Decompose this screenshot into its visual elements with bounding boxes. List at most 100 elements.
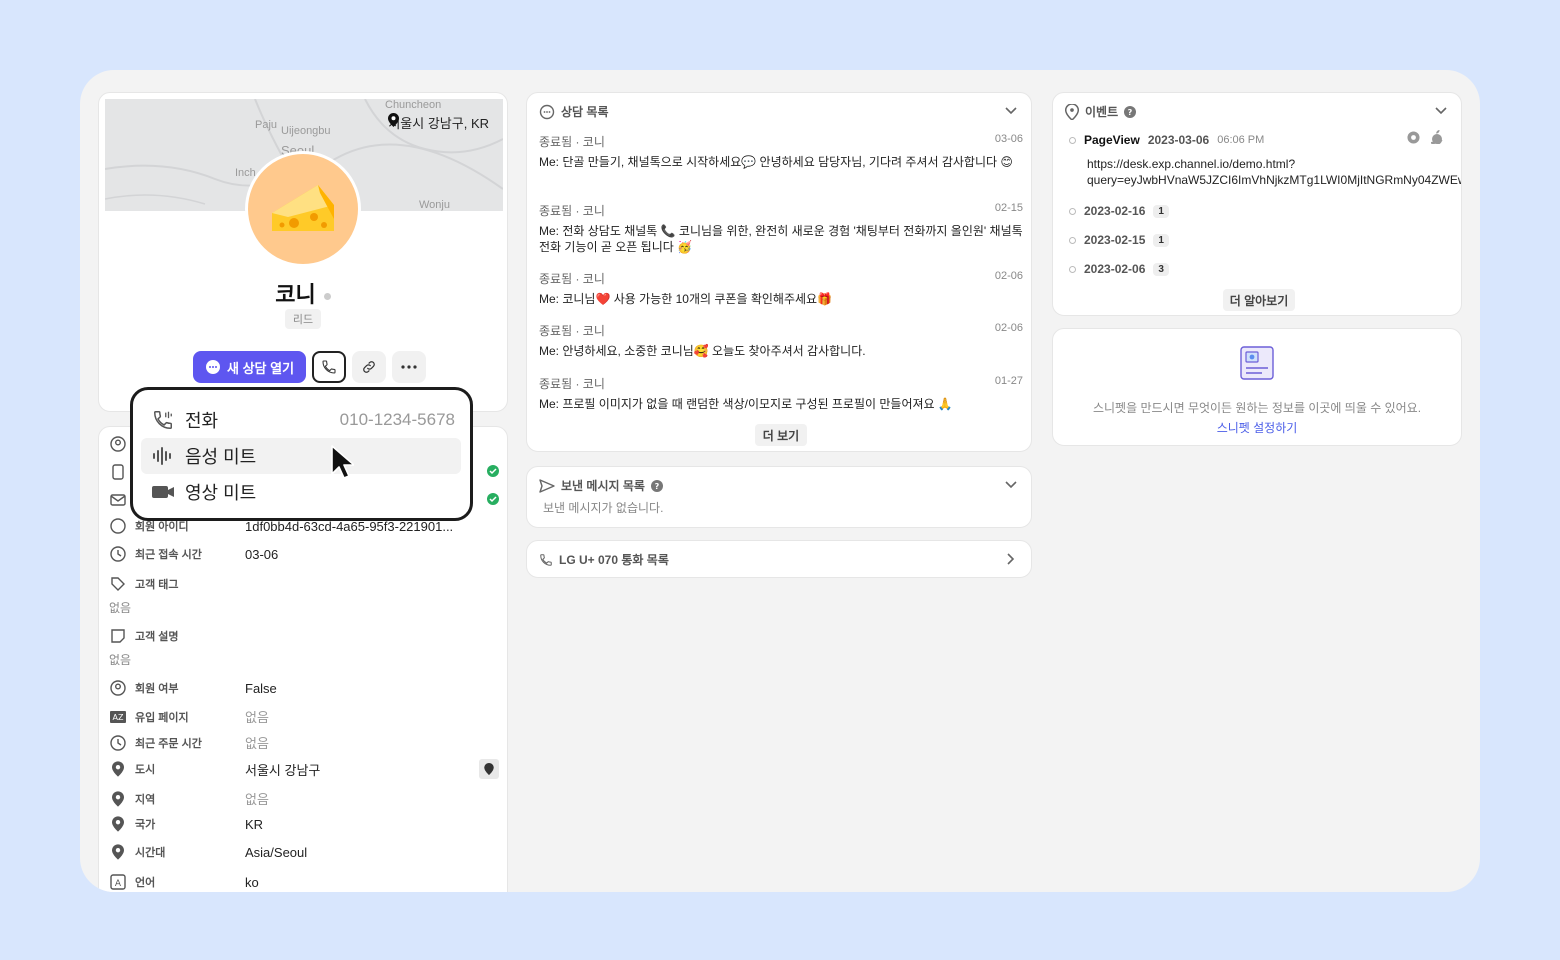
chevron-down-icon[interactable] xyxy=(1005,107,1017,115)
call-history-card[interactable]: LG U+ 070 통화 목록 xyxy=(526,540,1032,578)
snippet-description: 스니펫을 만드시면 무엇이든 원하는 정보를 이곳에 띄울 수 있어요. xyxy=(1092,401,1422,415)
event-time: 06:06 PM xyxy=(1217,134,1265,146)
chevron-down-icon[interactable] xyxy=(1435,107,1447,115)
learn-more-button[interactable]: 더 알아보기 xyxy=(1223,289,1295,311)
event-group-date: 2023-02-06 xyxy=(1084,262,1146,276)
sent-messages-title: 보낸 메시지 목록 xyxy=(561,479,645,493)
event-pin-icon xyxy=(1065,103,1079,120)
event-date: 2023-03-06 xyxy=(1147,133,1210,147)
chat-date: 02-06 xyxy=(994,322,1023,334)
field-label: 유입 페이지 xyxy=(135,711,189,724)
chat-date: 01-27 xyxy=(994,375,1023,387)
chat-message: Me: 전화 상담도 채널톡 📞 코니님을 위한, 완전히 새로운 경험 '채팅… xyxy=(539,224,1023,254)
field-value: 없음 xyxy=(245,792,269,807)
user-icon xyxy=(109,517,127,535)
chat-date: 03-06 xyxy=(994,133,1023,145)
new-chat-label: 새 상담 열기 xyxy=(227,360,295,376)
profile-name-row: 코니 xyxy=(99,277,507,309)
map-pin-icon[interactable] xyxy=(479,759,499,779)
clock-icon xyxy=(109,734,127,752)
help-icon[interactable]: ? xyxy=(1124,105,1137,118)
field-value: 없음 xyxy=(245,710,269,725)
field-label: 고객 설명 xyxy=(135,631,179,643)
cheese-icon xyxy=(272,185,334,231)
call-history-title: LG U+ 070 통화 목록 xyxy=(559,553,669,567)
info-row-city[interactable]: 도시 서울시 강남구 xyxy=(109,759,499,779)
field-label: 최근 주문 시간 xyxy=(135,737,202,750)
event-url[interactable]: https://desk.exp.channel.io/demo.html?qu… xyxy=(1087,156,1461,188)
chat-item[interactable]: 종료됨 · 코니 02-06 Me: 코니님❤️ 사용 가능한 10개의 쿠폰을 … xyxy=(539,270,1023,307)
svg-text:?: ? xyxy=(655,482,660,491)
avatar[interactable] xyxy=(245,151,361,267)
event-name: PageView xyxy=(1084,133,1140,147)
event-group[interactable]: 2023-02-16 1 xyxy=(1069,204,1169,218)
voice-meet-label: 음성 미트 xyxy=(185,447,257,467)
chat-message: Me: 단골 만들기, 채널톡으로 시작하세요💬 안녕하세요 담당자님, 기다려… xyxy=(539,155,1013,169)
chat-item[interactable]: 종료됨 · 코니 02-15 Me: 전화 상담도 채널톡 📞 코니님을 위한, … xyxy=(539,202,1023,255)
link-icon xyxy=(363,361,375,373)
event-group[interactable]: 2023-02-15 1 xyxy=(1069,233,1169,247)
description-value: 없음 xyxy=(109,653,132,667)
call-button[interactable] xyxy=(312,351,347,383)
snippet-illustration-icon xyxy=(1240,346,1274,380)
map-label: Wonju xyxy=(419,199,450,211)
info-row-description[interactable]: 고객 설명 xyxy=(109,627,499,645)
info-row-last-access[interactable]: 최근 접속 시간 03-06 xyxy=(109,545,499,563)
chat-icon xyxy=(206,360,220,374)
sent-messages-card: 보낸 메시지 목록 ? 보낸 메시지가 없습니다. xyxy=(526,466,1032,528)
sent-messages-header[interactable]: 보낸 메시지 목록 ? xyxy=(539,477,663,494)
chat-item[interactable]: 종료됨 · 코니 01-27 Me: 프로필 이미지가 없을 때 랜덤한 색상/이… xyxy=(539,375,1023,412)
info-row-member[interactable]: 회원 여부 False xyxy=(109,679,499,697)
timeline-dot xyxy=(1069,207,1076,215)
call-menu-video-meet[interactable]: 영상 미트 xyxy=(141,474,461,510)
more-button[interactable] xyxy=(392,351,427,383)
info-row-country[interactable]: 국가 KR xyxy=(109,815,499,833)
chat-status: 종료됨 · 코니 xyxy=(539,135,605,149)
field-value: KR xyxy=(245,816,264,832)
phone-icon xyxy=(540,553,552,566)
field-value: 없음 xyxy=(245,736,269,751)
call-menu-voice-meet[interactable]: 음성 미트 xyxy=(141,438,461,474)
apple-icon xyxy=(1431,130,1443,144)
field-label: 언어 xyxy=(135,877,156,889)
events-title: 이벤트 xyxy=(1085,105,1119,119)
field-label: 회원 여부 xyxy=(135,683,179,695)
tags-value: 없음 xyxy=(109,601,132,615)
phone-icon xyxy=(322,360,336,374)
chrome-icon xyxy=(1407,131,1420,144)
info-row-landing[interactable]: AZ 유입 페이지 없음 xyxy=(109,707,499,726)
chevron-down-icon[interactable] xyxy=(1005,481,1017,489)
info-row-tags[interactable]: 고객 태그 xyxy=(109,575,499,593)
field-value: 서울시 강남구 xyxy=(245,762,321,778)
event-group[interactable]: 2023-02-06 3 xyxy=(1069,262,1169,276)
info-row-last-order[interactable]: 최근 주문 시간 없음 xyxy=(109,733,499,752)
field-value: Asia/Seoul xyxy=(245,844,308,860)
help-icon[interactable]: ? xyxy=(650,479,663,492)
field-value: ko xyxy=(245,874,259,890)
svg-text:AZ: AZ xyxy=(113,713,124,722)
translate-icon: A xyxy=(109,873,127,891)
snippet-settings-link[interactable]: 스니펫 설정하기 xyxy=(1053,419,1461,436)
call-menu-phone[interactable]: 전화 010-1234-5678 xyxy=(141,402,461,438)
pin-icon xyxy=(109,790,127,808)
show-more-button[interactable]: 더 보기 xyxy=(755,424,807,446)
events-header[interactable]: 이벤트 ? xyxy=(1065,103,1137,120)
event-count-badge: 1 xyxy=(1153,204,1169,218)
chat-item[interactable]: 종료됨 · 코니 03-06 Me: 단골 만들기, 채널톡으로 시작하세요💬 안… xyxy=(539,133,1023,170)
mail-icon xyxy=(109,491,127,509)
chat-status: 종료됨 · 코니 xyxy=(539,204,605,218)
chat-list-header[interactable]: 상담 목록 xyxy=(539,103,609,120)
info-row-region[interactable]: 지역 없음 xyxy=(109,789,499,808)
lead-badge: 리드 xyxy=(285,309,321,329)
new-chat-button[interactable]: 새 상담 열기 xyxy=(193,351,307,383)
user-icon xyxy=(109,679,127,697)
voice-wave-icon xyxy=(141,447,185,465)
info-row-timezone[interactable]: 시간대 Asia/Seoul xyxy=(109,843,499,861)
chat-item[interactable]: 종료됨 · 코니 02-06 Me: 안녕하세요, 소중한 코니님🥰 오늘도 찾아… xyxy=(539,322,1023,359)
map-label: Inch xyxy=(235,167,256,179)
copy-link-button[interactable] xyxy=(352,351,387,383)
mouse-cursor-icon xyxy=(331,445,354,479)
info-row-language[interactable]: A 언어 ko xyxy=(109,873,499,891)
tag-icon xyxy=(109,575,127,593)
event-item[interactable]: PageView 2023-03-06 06:06 PM xyxy=(1069,133,1264,147)
